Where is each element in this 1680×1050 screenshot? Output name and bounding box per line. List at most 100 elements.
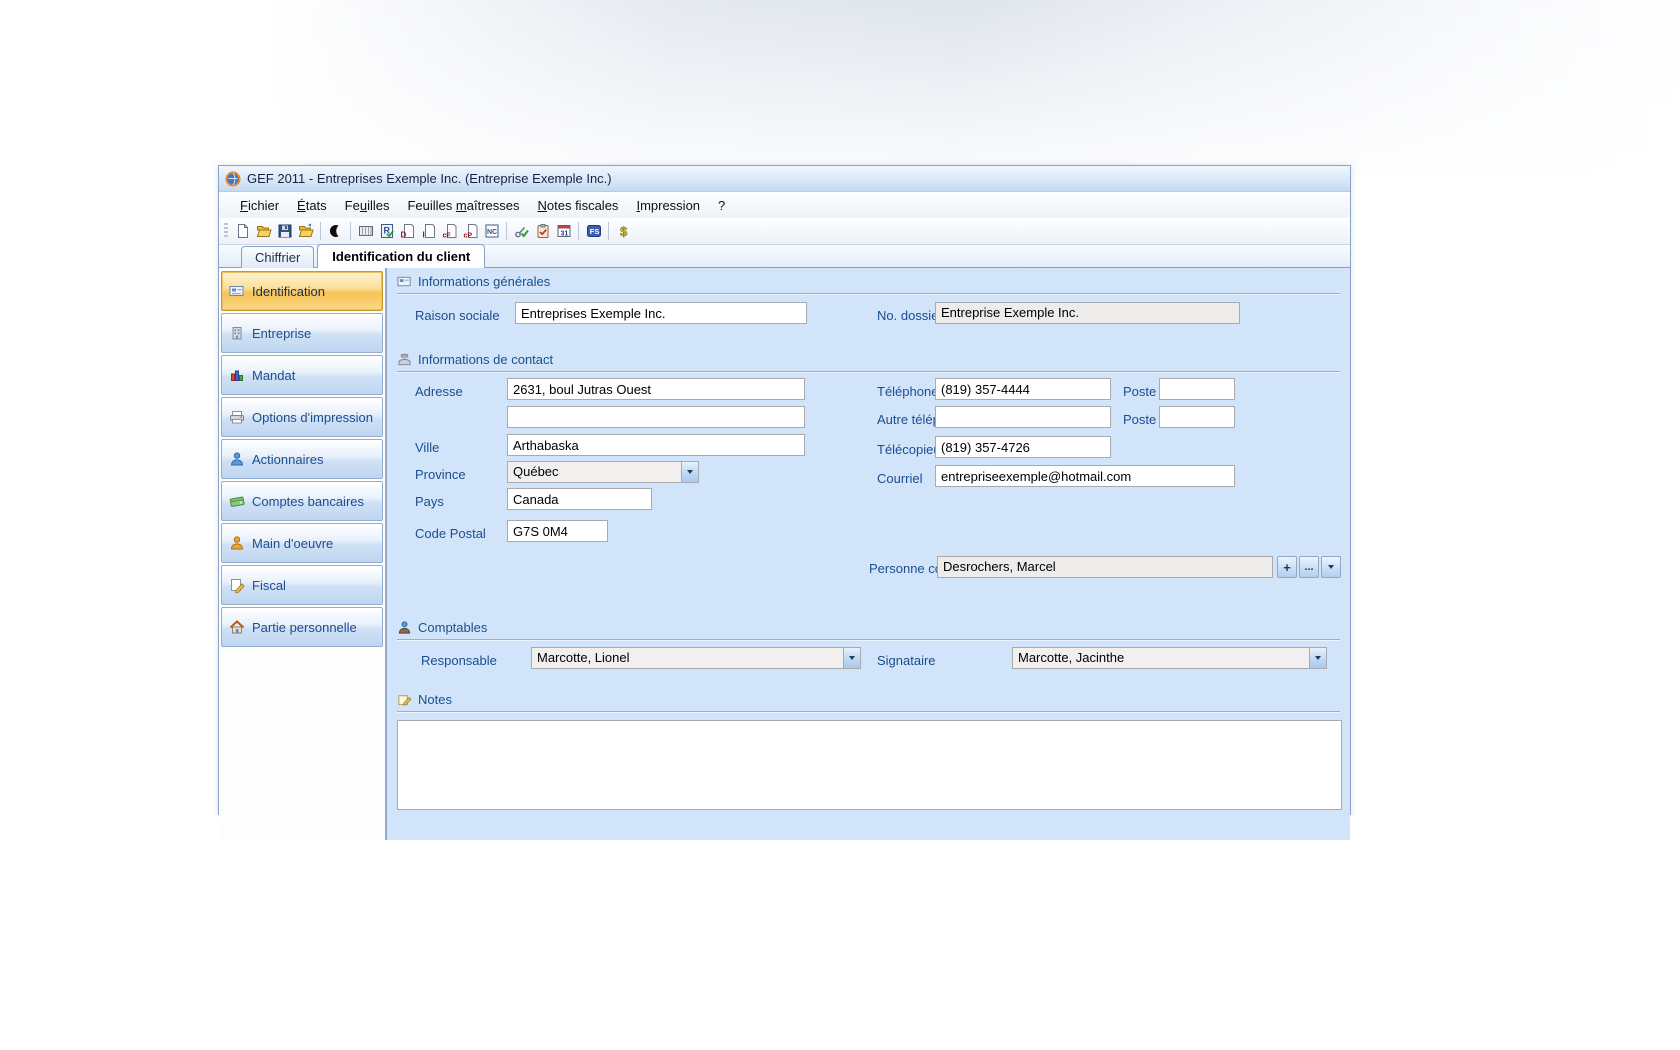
crescent-icon[interactable] <box>325 221 346 242</box>
menu-item-feuilles[interactable]: Feuilles <box>336 194 399 217</box>
menu-item-impression[interactable]: Impression <box>627 194 709 217</box>
province-dropdown[interactable]: Québec <box>507 461 699 483</box>
person-orange-icon <box>229 535 245 551</box>
label-pays: Pays <box>415 494 444 509</box>
save-icon[interactable] <box>274 221 295 242</box>
phone-icon <box>397 352 412 367</box>
label-signataire: Signataire <box>877 653 936 668</box>
label-telephone: Téléphone <box>877 384 938 399</box>
label-responsable: Responsable <box>421 653 497 668</box>
responsable-dropdown[interactable]: Marcotte, Lionel <box>531 647 861 669</box>
section-notes: Notes <box>397 692 1340 712</box>
code-postal-input[interactable] <box>507 520 608 542</box>
adresse-ligne2-input[interactable] <box>507 406 805 428</box>
main-form-panel: Informations générales Raison sociale No… <box>387 268 1350 840</box>
bar-chart-icon <box>229 367 245 383</box>
telecopieur-input[interactable] <box>935 436 1111 458</box>
label-no-dossier: No. dossier <box>877 308 943 323</box>
window-title: GEF 2011 - Entreprises Exemple Inc. (Ent… <box>247 171 612 186</box>
autre-telephone-input[interactable] <box>935 406 1111 428</box>
id-card-icon <box>397 274 412 289</box>
sidebar-item-fiscal[interactable]: Fiscal <box>221 565 383 605</box>
chevron-down-icon[interactable] <box>1309 648 1326 668</box>
grid-icon[interactable] <box>355 221 376 242</box>
calendar-icon[interactable]: 31 <box>553 221 574 242</box>
bank-card-icon <box>229 493 245 509</box>
telephone-input[interactable] <box>935 378 1111 400</box>
building-icon <box>229 325 245 341</box>
document-i-icon[interactable]: I <box>418 221 439 242</box>
open-file-icon[interactable] <box>253 221 274 242</box>
sidebar-item-actionnaires[interactable]: Actionnaires <box>221 439 383 479</box>
printer-icon <box>229 409 245 425</box>
sidebar-item-mandat[interactable]: Mandat <box>221 355 383 395</box>
svg-text:$: $ <box>620 224 628 239</box>
ville-input[interactable] <box>507 434 805 456</box>
signataire-dropdown[interactable]: Marcotte, Jacinthe <box>1012 647 1327 669</box>
sidebar-item-main-doeuvre[interactable]: Main d'oeuvre <box>221 523 383 563</box>
adresse-input[interactable] <box>507 378 805 400</box>
toolbar-separator <box>608 222 609 240</box>
section-informations-de-contact: Informations de contact <box>397 352 1340 372</box>
notes-textarea[interactable] <box>397 720 1342 810</box>
fs-icon[interactable]: FS <box>583 221 604 242</box>
open-folder-icon[interactable] <box>295 221 316 242</box>
courriel-input[interactable] <box>935 465 1235 487</box>
menu-item-fichier[interactable]: Fichier <box>231 194 288 217</box>
sidebar-item-comptes-bancaires[interactable]: Comptes bancaires <box>221 481 383 521</box>
raison-sociale-input[interactable] <box>515 302 807 324</box>
document-cf-icon[interactable]: cF <box>439 221 460 242</box>
add-contact-button[interactable]: + <box>1277 556 1297 578</box>
more-contact-button[interactable]: ... <box>1299 556 1319 578</box>
id-card-icon <box>229 283 245 299</box>
tab-chiffrier[interactable]: Chiffrier <box>241 246 314 268</box>
poste-1-input[interactable] <box>1159 378 1235 400</box>
toolbar-separator <box>506 222 507 240</box>
sidebar-item-entreprise[interactable]: Entreprise <box>221 313 383 353</box>
label-poste-2: Poste <box>1123 412 1156 427</box>
tab-strip: Chiffrier Identification du client <box>219 245 1350 268</box>
document-cp-icon[interactable]: cP <box>460 221 481 242</box>
chevron-down-icon[interactable] <box>681 462 698 482</box>
dollar-icon[interactable]: $ <box>613 221 634 242</box>
contact-dropdown-button[interactable] <box>1321 556 1341 578</box>
toolbar-grip[interactable] <box>224 223 228 239</box>
toolbar-separator <box>578 222 579 240</box>
clipboard-icon[interactable] <box>532 221 553 242</box>
report-check-icon[interactable]: R <box>376 221 397 242</box>
sidebar-item-partie-personnelle[interactable]: Partie personnelle <box>221 607 383 647</box>
label-poste-1: Poste <box>1123 384 1156 399</box>
toolbar: R D I cF cP NC 31 FS $ <box>219 218 1350 245</box>
sidebar-item-options-impression[interactable]: Options d'impression <box>221 397 383 437</box>
tab-identification-du-client[interactable]: Identification du client <box>317 244 485 268</box>
pays-input[interactable] <box>507 488 652 510</box>
person-blue-icon <box>229 451 245 467</box>
svg-text:I: I <box>422 231 424 240</box>
menu-item-notes-fiscales[interactable]: Notes fiscales <box>529 194 628 217</box>
document-d-icon[interactable]: D <box>397 221 418 242</box>
label-raison-sociale: Raison sociale <box>415 308 500 323</box>
new-document-icon[interactable] <box>232 221 253 242</box>
verify-check-icon[interactable] <box>511 221 532 242</box>
svg-text:FS: FS <box>589 227 599 236</box>
svg-text:R: R <box>383 226 390 236</box>
poste-2-input[interactable] <box>1159 406 1235 428</box>
no-dossier-field[interactable]: Entreprise Exemple Inc. <box>935 302 1240 324</box>
label-province: Province <box>415 467 466 482</box>
menu-item-aide[interactable]: ? <box>709 194 734 217</box>
menu-item-etats[interactable]: États <box>288 194 336 217</box>
chevron-down-icon[interactable] <box>843 648 860 668</box>
section-comptables: Comptables <box>397 620 1340 640</box>
personne-contact-field[interactable]: Desrochers, Marcel <box>937 556 1273 578</box>
svg-text:31: 31 <box>560 231 568 238</box>
menu-item-feuilles-maitresses[interactable]: Feuilles maîtresses <box>398 194 528 217</box>
person-icon <box>397 620 412 635</box>
notes-icon <box>397 692 412 707</box>
sidebar: Identification Entreprise Mandat Options… <box>219 268 387 840</box>
sidebar-item-identification[interactable]: Identification <box>221 271 383 311</box>
toolbar-separator <box>320 222 321 240</box>
document-nc-icon[interactable]: NC <box>481 221 502 242</box>
svg-text:NC: NC <box>487 229 497 236</box>
house-icon <box>229 619 245 635</box>
section-informations-generales: Informations générales <box>397 274 1340 294</box>
